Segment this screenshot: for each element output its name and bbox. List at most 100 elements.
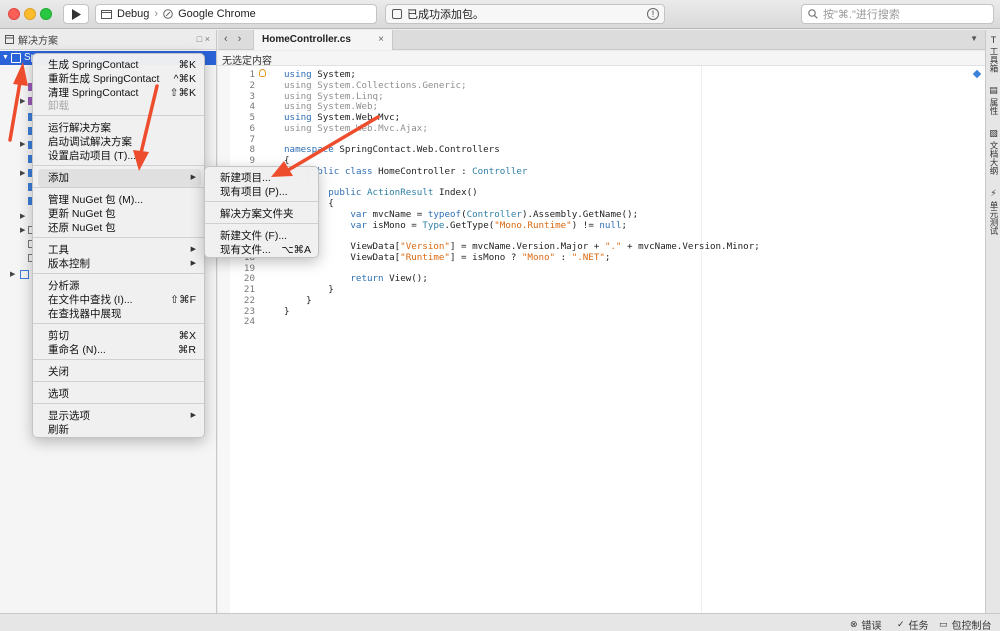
code-line[interactable]: public class HomeController : Controller <box>284 166 527 177</box>
code-line[interactable]: using System; <box>284 69 356 80</box>
search-field[interactable]: 按"⌘."进行搜索 <box>801 4 994 24</box>
menu-item[interactable]: 启动调试解决方案 <box>48 135 132 149</box>
code-line[interactable]: using System.Collections.Generic; <box>284 80 467 91</box>
menu-item[interactable]: 重命名 (N)... <box>48 343 106 357</box>
error-icon: ⊗ <box>850 619 858 629</box>
context-menu: 生成 SpringContact ⌘K 重新生成 SpringContact ^⌘K 清… <box>32 53 205 438</box>
code-line[interactable]: } <box>284 284 334 295</box>
menu-item[interactable]: 清理 SpringContact <box>48 86 138 100</box>
disclosure-triangle-icon[interactable]: ▼ <box>2 54 9 61</box>
code-line[interactable]: return View(); <box>284 273 427 284</box>
menu-item[interactable]: 刷新 <box>48 423 69 437</box>
code-line[interactable]: using System.Web.Mvc; <box>284 112 400 123</box>
menu-item[interactable]: 显示选项 <box>48 409 90 423</box>
submenu-item[interactable]: 新建项目... <box>220 171 271 185</box>
pad-label: 属性 <box>989 98 999 115</box>
submenu-arrow-icon: ▶ <box>190 412 196 419</box>
chevron-right-icon: › <box>154 8 159 20</box>
menu-item[interactable]: 更新 NuGet 包 <box>48 207 116 221</box>
code-editor[interactable]: 1 using System; 2 using System.Collections.… <box>218 66 985 613</box>
lightbulb-icon[interactable] <box>259 69 266 77</box>
line-number: 7 <box>249 133 255 145</box>
disclosure-triangle-icon[interactable]: ▶ <box>20 169 25 177</box>
code-line[interactable]: { <box>284 155 290 166</box>
menu-shortcut: ^⌘K <box>173 73 196 85</box>
close-window-button[interactable] <box>8 8 20 20</box>
pad-unit-tests[interactable]: ⚡ 单元测试 <box>986 188 1000 235</box>
add-submenu: 新建项目... 现有项目 (P)... 解决方案文件夹 新建文件 (F)... 现有文件… <box>204 166 319 258</box>
menu-item[interactable]: 在查找器中展现 <box>48 307 122 321</box>
solution-pad-header: 解决方案 □ × <box>0 30 216 50</box>
path-bar[interactable]: 无选定内容 <box>218 51 985 67</box>
tab-dropdown-icon[interactable]: ▼ <box>970 34 978 43</box>
code-line[interactable]: ViewData["Version"] = mvcName.Version.Ma… <box>284 241 759 252</box>
code-line[interactable]: using System.Linq; <box>284 91 384 102</box>
submenu-arrow-icon: ▶ <box>190 174 196 181</box>
code-line[interactable]: using System.Web.Mvc.Ajax; <box>284 123 428 134</box>
line-number: 20 <box>243 273 255 285</box>
disclosure-triangle-icon[interactable]: ▶ <box>20 73 25 81</box>
pad-document-outline[interactable]: ▧ 文档大纲 <box>986 128 1000 175</box>
menu-item[interactable]: 设置启动项目 (T)... <box>48 149 136 163</box>
errors-pad-button[interactable]: ⊗ 错误 <box>850 617 882 631</box>
menu-item[interactable]: 版本控制 <box>48 257 90 271</box>
submenu-arrow-icon: ▶ <box>190 246 196 253</box>
menu-separator <box>33 403 204 404</box>
line-number: 6 <box>249 122 255 134</box>
menu-shortcut: ⌘X <box>178 330 196 342</box>
menu-item[interactable]: 关闭 <box>48 365 69 379</box>
menu-item[interactable]: 管理 NuGet 包 (M)... <box>48 193 143 207</box>
menu-shortcut: ⌘R <box>177 344 196 356</box>
menu-item[interactable]: 在文件中查找 (I)... <box>48 293 133 307</box>
console-label: 包控制台 <box>951 621 992 631</box>
menu-item[interactable]: 卸载 <box>48 99 69 113</box>
right-pad-bar: T 工具箱 ▤ 属性 ▧ 文档大纲 ⚡ 单元测试 <box>985 30 1000 613</box>
submenu-item[interactable]: 解决方案文件夹 <box>220 207 294 221</box>
disclosure-triangle-icon[interactable]: ▶ <box>10 270 15 278</box>
submenu-item[interactable]: 新建文件 (F)... <box>220 229 287 243</box>
bookmark-marker-icon <box>972 69 982 79</box>
submenu-item[interactable]: 现有文件... <box>220 243 271 257</box>
code-line[interactable]: ViewData["Runtime"] = isMono ? "Mono" : … <box>284 252 610 263</box>
run-configuration-selector[interactable]: Debug › Google Chrome <box>95 4 377 24</box>
code-line[interactable]: } <box>284 306 290 317</box>
menu-item[interactable]: 还原 NuGet 包 <box>48 221 116 235</box>
code-line[interactable]: using System.Web; <box>284 101 378 112</box>
close-tab-icon[interactable]: × <box>378 34 384 45</box>
toolbox-icon: T <box>990 35 997 45</box>
run-button[interactable] <box>63 4 89 24</box>
code-line[interactable]: } <box>284 295 312 306</box>
menu-item[interactable]: 剪切 <box>48 329 69 343</box>
status-icon <box>392 9 402 19</box>
code-line[interactable]: var mvcName = typeof(Controller).Assembl… <box>284 209 638 220</box>
menu-separator <box>33 237 204 238</box>
warning-icon[interactable]: ! <box>647 8 659 20</box>
disclosure-triangle-icon[interactable]: ▶ <box>20 140 25 148</box>
disclosure-triangle-icon[interactable]: ▶ <box>20 97 25 105</box>
menu-item[interactable]: 分析源 <box>48 279 80 293</box>
menu-item[interactable]: 工具 <box>48 243 69 257</box>
tasks-pad-button[interactable]: ✓ 任务 <box>897 617 929 631</box>
menu-item[interactable]: 生成 SpringContact <box>48 58 138 72</box>
menu-item[interactable]: 运行解决方案 <box>48 121 111 135</box>
pad-controls[interactable]: □ × <box>197 34 210 44</box>
pad-toolbox[interactable]: T 工具箱 <box>986 35 1000 73</box>
menu-item[interactable]: 重新生成 SpringContact <box>48 72 159 86</box>
navigation-arrows[interactable]: ‹› <box>224 33 251 45</box>
package-console-button[interactable]: ▭ 包控制台 <box>939 617 992 631</box>
menu-item[interactable]: 选项 <box>48 387 69 401</box>
tab-homecontroller[interactable]: HomeController.cs × <box>253 30 393 50</box>
submenu-item[interactable]: 现有项目 (P)... <box>220 185 288 199</box>
pad-properties[interactable]: ▤ 属性 <box>986 85 1000 115</box>
zoom-window-button[interactable] <box>40 8 52 20</box>
minimize-window-button[interactable] <box>24 8 36 20</box>
menu-item[interactable]: 添加 <box>48 171 69 185</box>
solution-icon <box>5 35 14 44</box>
code-line[interactable]: var isMono = Type.GetType("Mono.Runtime"… <box>284 220 627 231</box>
code-line[interactable]: namespace SpringContact.Web.Controllers <box>284 144 500 155</box>
properties-icon: ▤ <box>989 85 998 95</box>
checkmark-icon: ✓ <box>897 619 905 629</box>
menu-separator <box>33 323 204 324</box>
disclosure-triangle-icon[interactable]: ▶ <box>20 212 25 220</box>
disclosure-triangle-icon[interactable]: ▶ <box>20 226 25 234</box>
